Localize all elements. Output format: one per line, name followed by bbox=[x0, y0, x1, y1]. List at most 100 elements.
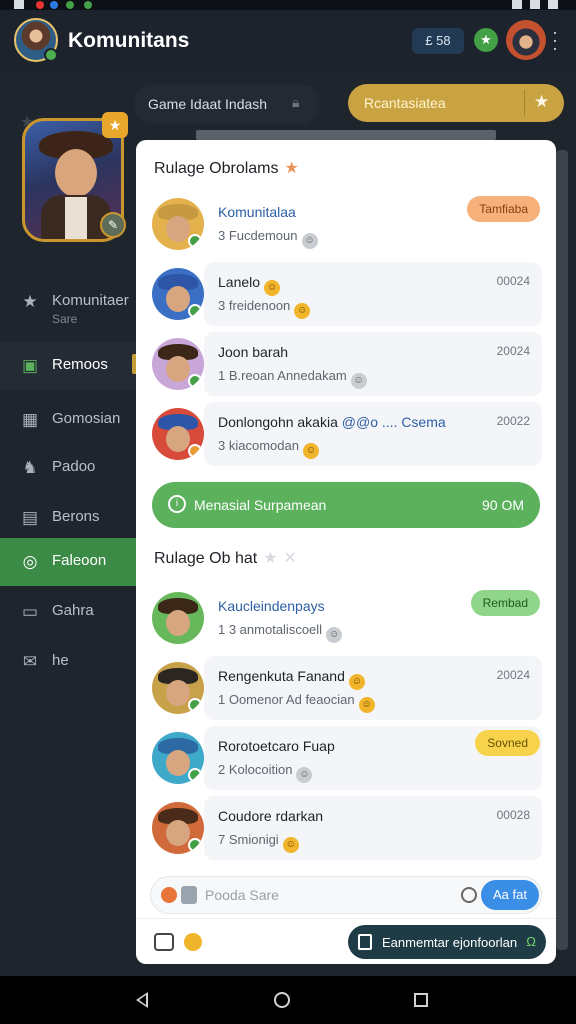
info-icon: i bbox=[168, 495, 186, 513]
chat-row[interactable]: Coudore rdarkan 7 Smionigi ☺ 00028 bbox=[150, 796, 542, 860]
chat-subtitle: 3 Fucdemoun ☺ bbox=[218, 228, 318, 249]
chat-subtitle: 3 freidenoon ☺ bbox=[218, 298, 311, 319]
star-icon: ★ bbox=[22, 292, 38, 311]
emoji-icon[interactable] bbox=[161, 887, 177, 903]
recent-activity-pill[interactable]: Rcantasiatea ★ bbox=[348, 84, 564, 122]
target-icon: ◎ bbox=[22, 552, 38, 571]
reaction-icon: ☺ bbox=[302, 443, 319, 459]
sidebar-item-sub: Sare bbox=[52, 312, 78, 326]
sidebar-item-gomosian[interactable]: ▦ Gomosian bbox=[0, 396, 136, 444]
knight-icon: ♞ bbox=[22, 458, 38, 477]
folder-icon: ▭ bbox=[21, 602, 39, 621]
star-icon[interactable]: ★ bbox=[285, 160, 299, 177]
sidebar-item-label: he bbox=[52, 652, 69, 669]
community-button[interactable]: Eanmemtar ejonfoorlan Ω bbox=[348, 925, 546, 959]
sidebar-item-remoos[interactable]: ▣ Remoos bbox=[0, 342, 136, 390]
avatar[interactable] bbox=[152, 338, 204, 390]
chat-panel: Rulage Obrolams ★ Komunitalaa 3 Fucdemoun ☺… bbox=[136, 140, 556, 964]
camera-icon[interactable] bbox=[461, 887, 477, 903]
chat-row[interactable]: Kaucleindenpays 1 3 anmotaliscoell ☺ Rembad bbox=[150, 586, 542, 650]
emoji-icon: ☺ bbox=[348, 674, 365, 690]
sidebar-item-berons[interactable]: ▤ Berons bbox=[0, 494, 136, 542]
currency-pill[interactable]: £ 58 bbox=[412, 28, 464, 54]
game-selector[interactable]: Game Idaat Indash 🔒︎ bbox=[134, 84, 320, 124]
avatar[interactable] bbox=[152, 732, 204, 784]
status-badge bbox=[188, 838, 202, 852]
chat-row[interactable]: Donlongohn akakia @@o .... Csema 3 kiacom… bbox=[150, 402, 542, 466]
grid-icon: ▦ bbox=[21, 410, 39, 429]
sidebar-item-padoo[interactable]: ♞ Padoo bbox=[0, 444, 136, 492]
status-badge bbox=[188, 234, 202, 248]
message-composer[interactable]: Pooda Sare Aa fat bbox=[150, 876, 542, 914]
sidebar-item-label: Remoos bbox=[52, 356, 108, 373]
message-input[interactable]: Pooda Sare bbox=[205, 887, 279, 903]
gallery-icon[interactable] bbox=[154, 933, 174, 951]
avatar[interactable] bbox=[152, 408, 204, 460]
chat-name: Joon barah bbox=[218, 344, 289, 360]
omega-icon: Ω bbox=[526, 934, 536, 949]
sidebar-item-gahra[interactable]: ▭ Gahra bbox=[0, 588, 136, 636]
community-button-label: Eanmemtar ejonfoorlan bbox=[382, 935, 518, 950]
recents-icon[interactable] bbox=[414, 993, 428, 1007]
avatar[interactable] bbox=[152, 802, 204, 854]
mail-icon: ✉ bbox=[22, 652, 38, 671]
app-title: Komunitans bbox=[68, 29, 190, 52]
top-bar: Komunitans £ 58 ★ · · · bbox=[0, 10, 576, 72]
chat-row[interactable]: Komunitalaa 3 Fucdemoun ☺ Tamfiaba bbox=[150, 192, 542, 256]
sidebar-item-komunitaer[interactable]: ★ Komunitaer Sare bbox=[0, 278, 136, 336]
chat-name: Rorotoetcaro Fuap bbox=[218, 738, 335, 754]
reaction-icon: ☺ bbox=[350, 373, 367, 389]
status-badge bbox=[188, 374, 202, 388]
avatar[interactable] bbox=[152, 592, 204, 644]
sidebar-item-he[interactable]: ✉ he bbox=[0, 638, 136, 686]
chat-tag[interactable]: Rembad bbox=[470, 590, 540, 616]
avatar[interactable] bbox=[152, 662, 204, 714]
back-icon[interactable] bbox=[136, 992, 148, 1008]
banner-time: 90 OM bbox=[481, 497, 524, 513]
status-badge bbox=[188, 444, 202, 458]
avatar[interactable] bbox=[152, 198, 204, 250]
close-icon[interactable]: ✕ bbox=[284, 550, 297, 567]
sidebar-item-label: Padoo bbox=[52, 458, 96, 475]
chat-row[interactable]: Joon barah 1 B.reoan Annedakam ☺ 20024 bbox=[150, 332, 542, 396]
chat-name: Donlongohn akakia @@o .... Csema bbox=[218, 414, 446, 430]
chat-tag[interactable]: Sovned bbox=[475, 730, 540, 756]
more-menu-icon[interactable]: · · · bbox=[552, 23, 558, 57]
chat-row[interactable]: Lanelo ☺ 3 freidenoon ☺ 00024 bbox=[150, 262, 542, 326]
chat-subtitle: 3 kiacomodan ☺ bbox=[218, 438, 319, 459]
announcement-banner[interactable]: i Menasial Surpamean 90 OM bbox=[152, 482, 540, 528]
status-icon bbox=[14, 0, 24, 9]
edit-icon[interactable]: ✎ bbox=[100, 212, 126, 238]
chat-row[interactable]: Rengenkuta Fanand ☺ 1 Oomenor Ad feaocian ☺… bbox=[150, 656, 542, 720]
star-icon[interactable]: ★ bbox=[534, 92, 549, 112]
app-avatar[interactable] bbox=[14, 18, 58, 62]
scrollbar-track[interactable] bbox=[556, 150, 568, 950]
document-icon bbox=[358, 934, 372, 950]
sidebar-item-label: Komunitaer bbox=[52, 292, 129, 309]
chat-subtitle: 1 B.reoan Annedakam ☺ bbox=[218, 368, 367, 389]
chat-time: 00024 bbox=[496, 274, 530, 288]
home-icon[interactable] bbox=[274, 992, 290, 1008]
sidebar-item-label: Faleoon bbox=[52, 552, 107, 569]
star-icon[interactable]: ★ bbox=[474, 28, 498, 52]
chat-row[interactable]: Rorotoetcaro Fuap 2 Kolocoition ☺ Sovned bbox=[150, 726, 542, 790]
avatar[interactable] bbox=[152, 268, 204, 320]
battery-icon bbox=[548, 0, 558, 9]
profile-avatar[interactable] bbox=[506, 20, 546, 60]
sticker-icon[interactable] bbox=[184, 933, 202, 951]
chat-icon: ▣ bbox=[21, 356, 39, 375]
attachment-icon[interactable] bbox=[181, 886, 197, 904]
status-badge bbox=[188, 304, 202, 318]
panel-shadow-bar bbox=[196, 130, 496, 140]
star-icon[interactable]: ★ bbox=[263, 550, 277, 567]
panel-footer: Eanmemtar ejonfoorlan Ω bbox=[136, 918, 556, 964]
chat-tag[interactable]: Tamfiaba bbox=[467, 196, 540, 222]
sidebar-item-faleoon[interactable]: ◎ Faleoon bbox=[0, 538, 136, 586]
send-button[interactable]: Aa fat bbox=[481, 880, 539, 910]
chat-name: Coudore rdarkan bbox=[218, 808, 324, 824]
status-dot bbox=[36, 1, 44, 9]
status-badge bbox=[188, 768, 202, 782]
calendar-icon: ▤ bbox=[21, 508, 39, 527]
reaction-icon: ☺ bbox=[358, 697, 375, 713]
chat-time: 20022 bbox=[496, 414, 530, 428]
